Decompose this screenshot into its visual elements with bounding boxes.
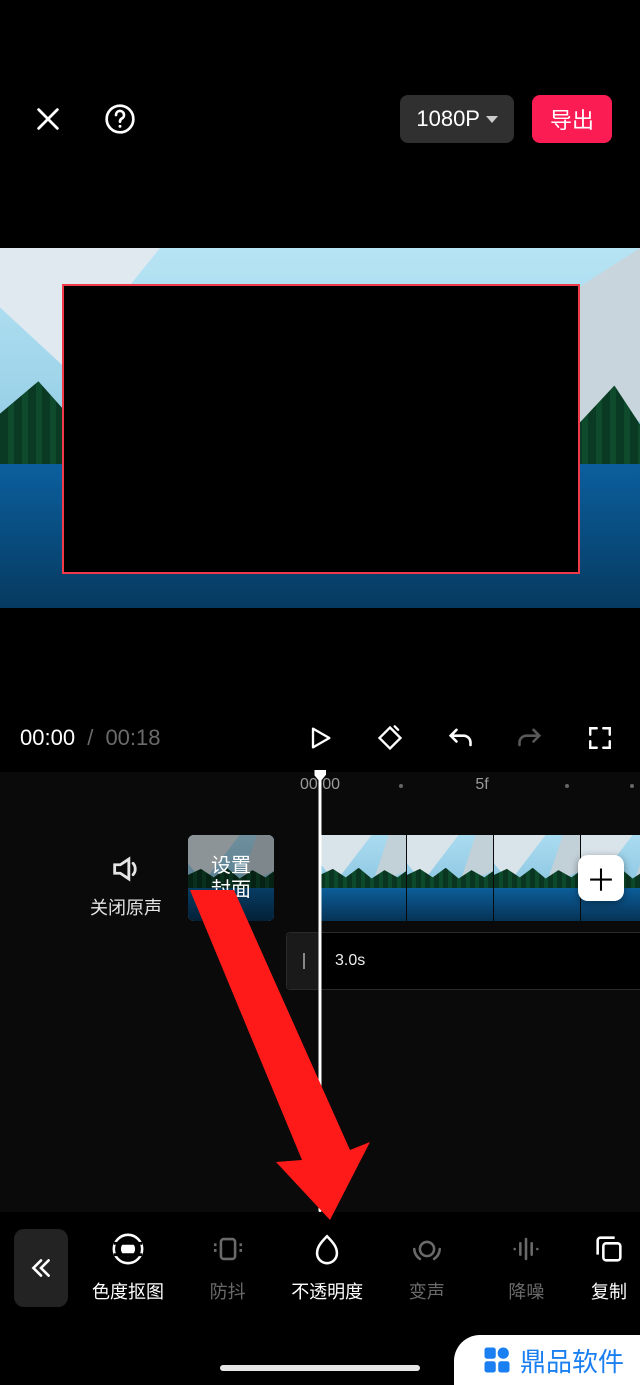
toolbar-back-button[interactable]: [14, 1229, 68, 1307]
preview-viewport[interactable]: [0, 248, 640, 608]
tool-label: 复制: [591, 1278, 627, 1304]
resolution-button[interactable]: 1080P: [400, 95, 514, 143]
watermark-badge: 鼎品软件: [454, 1335, 640, 1385]
time-display: 00:00 / 00:18: [20, 725, 161, 751]
tool-label: 降噪: [508, 1278, 544, 1304]
tool-noise-reduce[interactable]: 降噪: [484, 1232, 568, 1304]
caret-down-icon: [486, 116, 498, 123]
voice-change-icon: [410, 1232, 444, 1266]
mute-label: 关闭原声: [90, 898, 162, 918]
fullscreen-button[interactable]: [580, 718, 620, 758]
cover-label: 设置 封面: [211, 854, 251, 902]
transport-bar: 00:00 / 00:18: [0, 712, 640, 764]
export-button[interactable]: 导出: [532, 95, 612, 143]
chevrons-left-icon: [28, 1255, 54, 1281]
undo-button[interactable]: [440, 718, 480, 758]
time-separator: /: [87, 725, 93, 750]
pip-selection-frame[interactable]: [62, 284, 580, 574]
redo-button[interactable]: [510, 718, 550, 758]
tool-label: 色度抠图: [92, 1278, 164, 1304]
watermark-text: 鼎品软件: [520, 1342, 624, 1379]
pip-left-handle[interactable]: [287, 933, 321, 989]
stabilize-icon: [211, 1232, 245, 1266]
bottom-toolbar: 色度抠图 防抖 不透明度 变声 降噪 复制: [0, 1213, 640, 1323]
tool-chroma-key[interactable]: 色度抠图: [86, 1232, 170, 1304]
play-button[interactable]: [300, 718, 340, 758]
tool-label: 不透明度: [291, 1278, 363, 1304]
tool-opacity[interactable]: 不透明度: [285, 1232, 369, 1304]
help-button[interactable]: [100, 99, 140, 139]
tool-label: 变声: [409, 1278, 445, 1304]
tool-copy[interactable]: 复制: [584, 1232, 634, 1304]
speaker-icon: [109, 852, 143, 886]
chroma-key-icon: [111, 1232, 145, 1266]
resolution-label: 1080P: [416, 106, 480, 132]
header-bar: 1080P 导出: [0, 95, 640, 143]
tool-label: 防抖: [210, 1278, 246, 1304]
opacity-icon: [310, 1232, 344, 1266]
pip-clip-track[interactable]: 3.0s: [286, 932, 640, 990]
duration-time: 00:18: [105, 725, 160, 750]
pip-duration-label: 3.0s: [335, 952, 365, 970]
playhead[interactable]: [319, 772, 322, 1212]
tool-voice-change[interactable]: 变声: [385, 1232, 469, 1304]
clip-thumb[interactable]: [494, 835, 580, 921]
copy-icon: [592, 1232, 626, 1266]
close-button[interactable]: [28, 99, 68, 139]
mute-original-sound[interactable]: 关闭原声: [90, 852, 162, 920]
clip-thumb[interactable]: [407, 835, 493, 921]
home-indicator[interactable]: [220, 1365, 420, 1371]
export-label: 导出: [550, 103, 594, 135]
noise-reduce-icon: [509, 1232, 543, 1266]
keyframe-button[interactable]: [370, 718, 410, 758]
plus-icon: ＋: [586, 856, 616, 900]
ruler-dot: [565, 784, 569, 788]
add-clip-button[interactable]: ＋: [578, 855, 624, 901]
clip-thumb[interactable]: [320, 835, 406, 921]
ruler-dot: [630, 784, 634, 788]
current-time: 00:00: [20, 725, 75, 750]
ruler-dot: [399, 784, 403, 788]
set-cover-button[interactable]: 设置 封面: [188, 835, 274, 921]
tool-stabilize[interactable]: 防抖: [186, 1232, 270, 1304]
watermark-icon: [482, 1345, 512, 1375]
ruler-tick-5f: 5f: [475, 776, 488, 794]
timeline-panel[interactable]: 00:00 5f 关闭原声 设置 封面 ＋: [0, 772, 640, 1212]
